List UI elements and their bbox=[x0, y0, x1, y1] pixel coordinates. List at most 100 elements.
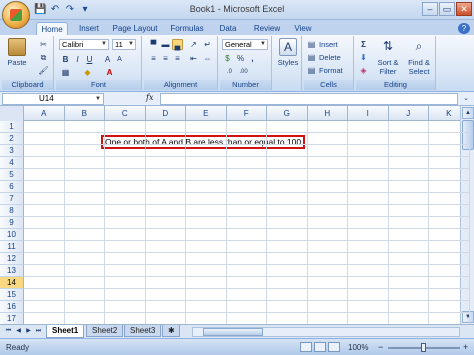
row-header[interactable]: 17 bbox=[0, 313, 24, 324]
row-header[interactable]: 9 bbox=[0, 217, 24, 229]
restore-button[interactable]: ▭ bbox=[439, 2, 455, 16]
row-header[interactable]: 14 bbox=[0, 277, 24, 289]
next-sheet-icon[interactable]: ▶ bbox=[24, 327, 33, 336]
column-header[interactable]: D bbox=[146, 106, 186, 121]
number-format-combo[interactable]: General ▼ bbox=[222, 39, 268, 50]
font-size-combo[interactable]: 11 ▼ bbox=[112, 39, 136, 50]
row-header[interactable]: 4 bbox=[0, 157, 24, 169]
row-header[interactable]: 6 bbox=[0, 181, 24, 193]
increase-decimal-icon[interactable]: .0 bbox=[224, 67, 235, 78]
insert-sheet-icon[interactable]: ✱ bbox=[162, 325, 180, 337]
column-header[interactable]: E bbox=[186, 106, 227, 121]
borders-icon[interactable]: ▦ bbox=[60, 67, 71, 78]
align-top-icon[interactable]: ▀ bbox=[148, 39, 159, 50]
sheet-tab-2[interactable]: Sheet2 bbox=[86, 325, 124, 337]
paste-button[interactable]: Paste bbox=[6, 38, 28, 67]
decrease-decimal-icon[interactable]: .00 bbox=[238, 67, 249, 78]
italic-button[interactable]: I bbox=[72, 54, 83, 65]
row-header[interactable]: 3 bbox=[0, 145, 24, 157]
orientation-icon[interactable]: ↗ bbox=[188, 39, 199, 50]
page-break-view-icon[interactable] bbox=[328, 342, 340, 352]
row-header[interactable]: 11 bbox=[0, 241, 24, 253]
tab-page-layout[interactable]: Page Layout bbox=[110, 22, 160, 35]
styles-button[interactable]: A Styles bbox=[276, 38, 300, 67]
scroll-up-icon[interactable]: ▲ bbox=[462, 107, 474, 119]
office-button[interactable] bbox=[2, 1, 30, 29]
horizontal-scrollbar[interactable] bbox=[192, 327, 460, 337]
expand-formula-bar-icon[interactable]: ⌄ bbox=[460, 93, 472, 105]
horizontal-scroll-thumb[interactable] bbox=[203, 328, 263, 336]
insert-cells-label[interactable]: Insert bbox=[319, 40, 338, 49]
minimize-button[interactable]: ‒ bbox=[422, 2, 438, 16]
vertical-scrollbar[interactable]: ▲ ▼ bbox=[460, 106, 474, 324]
column-header[interactable]: A bbox=[24, 106, 65, 121]
find-select-button[interactable]: ⌕ Find & Select bbox=[404, 38, 434, 76]
align-bottom-icon[interactable]: ▄ bbox=[172, 39, 183, 50]
row-header[interactable]: 12 bbox=[0, 253, 24, 265]
tab-insert[interactable]: Insert bbox=[74, 22, 104, 35]
align-center-icon[interactable]: ≡ bbox=[160, 53, 171, 64]
normal-view-icon[interactable] bbox=[300, 342, 312, 352]
decrease-indent-icon[interactable]: ⇤ bbox=[188, 53, 199, 64]
percent-button[interactable]: % bbox=[235, 53, 246, 64]
row-header[interactable]: 8 bbox=[0, 205, 24, 217]
align-left-icon[interactable]: ≡ bbox=[148, 53, 159, 64]
font-color-icon[interactable]: A bbox=[104, 67, 115, 78]
tab-data[interactable]: Data bbox=[214, 22, 242, 35]
cut-icon[interactable]: ✂ bbox=[38, 39, 49, 50]
zoom-out-button[interactable]: − bbox=[378, 343, 383, 352]
delete-cells-label[interactable]: Delete bbox=[319, 53, 341, 62]
zoom-in-button[interactable]: + bbox=[463, 343, 468, 352]
row-header[interactable]: 10 bbox=[0, 229, 24, 241]
insert-cells-icon[interactable]: ▤ bbox=[306, 39, 317, 50]
column-header[interactable]: C bbox=[105, 106, 146, 121]
select-all-corner[interactable] bbox=[0, 106, 24, 121]
format-cells-label[interactable]: Format bbox=[319, 66, 343, 75]
help-icon[interactable]: ? bbox=[458, 23, 470, 34]
first-sheet-icon[interactable]: ⏮ bbox=[4, 327, 13, 336]
clear-icon[interactable]: ◈ bbox=[358, 65, 369, 76]
column-header[interactable]: J bbox=[389, 106, 429, 121]
format-painter-icon[interactable]: 🖌 bbox=[38, 65, 49, 76]
copy-icon[interactable]: ⧉ bbox=[38, 52, 49, 63]
align-right-icon[interactable]: ≡ bbox=[172, 53, 183, 64]
prev-sheet-icon[interactable]: ◀ bbox=[14, 327, 23, 336]
sheet-tab-1[interactable]: Sheet1 bbox=[46, 325, 85, 338]
currency-icon[interactable]: $ bbox=[222, 53, 233, 64]
comma-button[interactable]: , bbox=[247, 53, 258, 64]
tab-view[interactable]: View bbox=[290, 22, 316, 35]
sort-filter-button[interactable]: ⇅ Sort & Filter bbox=[374, 38, 402, 76]
fill-icon[interactable]: ⬇ bbox=[358, 52, 369, 63]
row-header[interactable]: 5 bbox=[0, 169, 24, 181]
row-header[interactable]: 2 bbox=[0, 133, 24, 145]
formula-input[interactable] bbox=[160, 93, 458, 105]
autosum-button[interactable]: Σ bbox=[358, 39, 369, 50]
last-sheet-icon[interactable]: ⏭ bbox=[34, 327, 43, 336]
tab-formulas[interactable]: Formulas bbox=[166, 22, 208, 35]
name-box[interactable]: U14 ▼ bbox=[2, 93, 104, 105]
wrap-text-icon[interactable]: ↵ bbox=[202, 39, 213, 50]
zoom-level[interactable]: 100% bbox=[348, 343, 368, 352]
fill-color-icon[interactable]: ◆ bbox=[82, 67, 93, 78]
zoom-slider-thumb[interactable] bbox=[421, 343, 426, 352]
column-header[interactable]: F bbox=[227, 106, 267, 121]
font-name-combo[interactable]: Calibri ▼ bbox=[59, 39, 109, 50]
column-header[interactable]: I bbox=[348, 106, 389, 121]
shrink-font-icon[interactable]: A bbox=[114, 54, 125, 65]
worksheet-grid[interactable]: ABCDEFGHIJK 1 2 3 4 5 6 7 8 9 10 11 12 13 14 15 16 17 On… bbox=[0, 106, 474, 324]
column-header[interactable]: B bbox=[65, 106, 105, 121]
row-header[interactable]: 1 bbox=[0, 121, 24, 133]
grow-font-icon[interactable]: A bbox=[102, 54, 113, 65]
format-cells-icon[interactable]: ▤ bbox=[306, 65, 317, 76]
tab-review[interactable]: Review bbox=[250, 22, 284, 35]
merge-center-icon[interactable]: ⇔ bbox=[202, 53, 213, 64]
column-header[interactable]: H bbox=[308, 106, 348, 121]
row-header[interactable]: 15 bbox=[0, 289, 24, 301]
delete-cells-icon[interactable]: ▤ bbox=[306, 52, 317, 63]
sheet-tab-3[interactable]: Sheet3 bbox=[124, 325, 162, 337]
row-header[interactable]: 16 bbox=[0, 301, 24, 313]
close-button[interactable]: ✕ bbox=[456, 2, 472, 16]
insert-function-button[interactable]: fx bbox=[146, 93, 153, 102]
annotation-cell-text[interactable]: One or both of A and B are less than or … bbox=[101, 135, 306, 149]
bold-button[interactable]: B bbox=[60, 54, 71, 65]
